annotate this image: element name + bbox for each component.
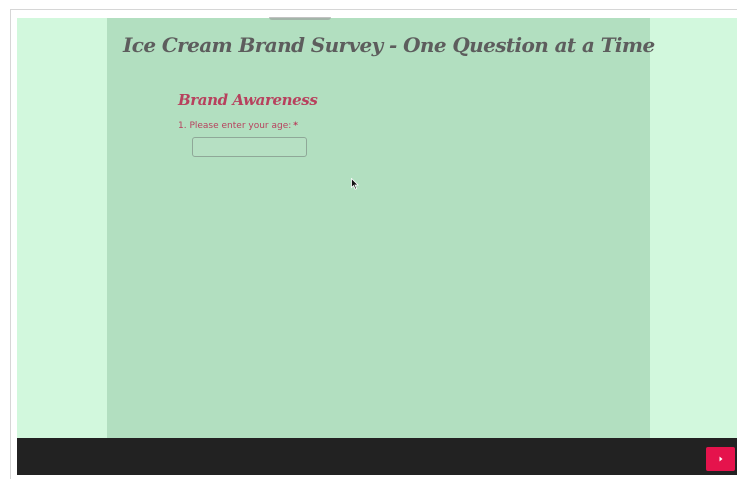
survey-title: Ice Cream Brand Survey - One Question at… — [123, 33, 655, 57]
required-indicator: * — [293, 121, 298, 131]
next-button[interactable] — [706, 447, 735, 471]
question-label: 1. Please enter your age: * — [178, 121, 298, 131]
survey-panel — [107, 18, 650, 438]
footer-bar — [17, 438, 737, 475]
age-input[interactable] — [192, 137, 307, 157]
panel-top-tab — [269, 17, 331, 20]
caret-right-icon — [719, 456, 722, 462]
mouse-cursor-icon — [351, 177, 359, 190]
section-title: Brand Awareness — [178, 91, 318, 109]
question-text: 1. Please enter your age: — [178, 121, 292, 131]
